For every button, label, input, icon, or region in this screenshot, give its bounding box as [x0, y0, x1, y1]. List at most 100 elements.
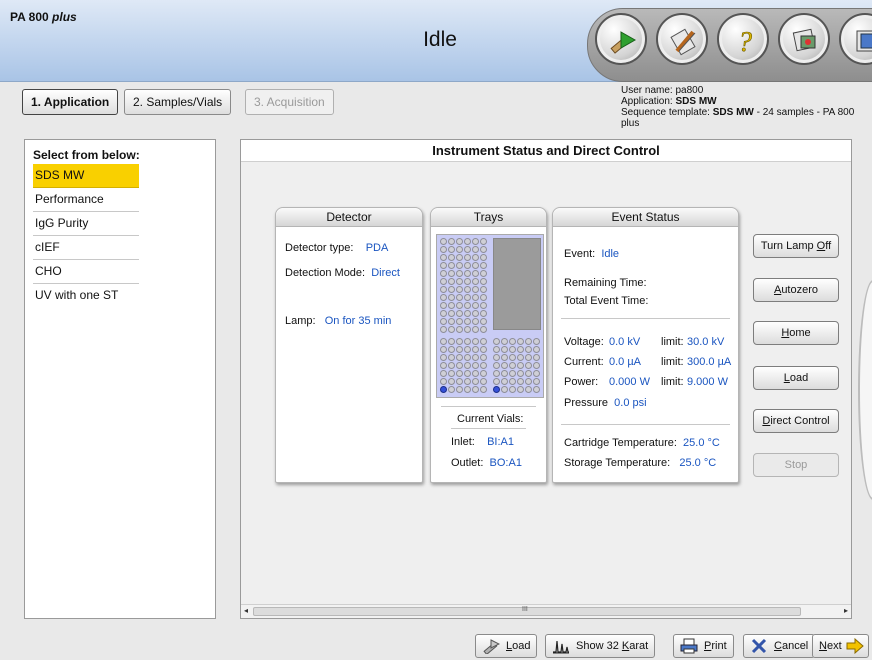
vial-position[interactable]: [517, 354, 524, 361]
vial-position[interactable]: [501, 346, 508, 353]
home-button[interactable]: Home: [753, 321, 839, 345]
run-button[interactable]: [595, 13, 647, 65]
vial-position[interactable]: [448, 294, 455, 301]
vial-position[interactable]: [440, 262, 447, 269]
vial-position[interactable]: [440, 270, 447, 277]
vial-position[interactable]: [472, 378, 479, 385]
vial-position[interactable]: [480, 370, 487, 377]
vial-position[interactable]: [501, 378, 508, 385]
vial-position[interactable]: [509, 354, 516, 361]
vial-position[interactable]: [448, 362, 455, 369]
vial-position[interactable]: [517, 386, 524, 393]
vial-position[interactable]: [525, 346, 532, 353]
direct-control-button[interactable]: Direct Control: [753, 409, 839, 433]
next-button[interactable]: Next: [812, 634, 869, 658]
vial-position[interactable]: [533, 354, 540, 361]
vial-position[interactable]: [448, 346, 455, 353]
vial-position[interactable]: [440, 278, 447, 285]
vial-position[interactable]: [480, 302, 487, 309]
vial-position[interactable]: [509, 386, 516, 393]
vial-position[interactable]: [525, 378, 532, 385]
vial-position[interactable]: [448, 246, 455, 253]
vial-position[interactable]: [525, 386, 532, 393]
vial-position[interactable]: [456, 338, 463, 345]
vial-position[interactable]: [472, 318, 479, 325]
vial-position[interactable]: [472, 294, 479, 301]
vial-position[interactable]: [517, 346, 524, 353]
vial-position[interactable]: [480, 270, 487, 277]
vial-position[interactable]: [472, 326, 479, 333]
vial-position[interactable]: [464, 346, 471, 353]
vial-position[interactable]: [533, 362, 540, 369]
vial-position[interactable]: [480, 246, 487, 253]
vial-position[interactable]: [533, 346, 540, 353]
vial-position[interactable]: [472, 386, 479, 393]
vial-position[interactable]: [464, 286, 471, 293]
vial-position[interactable]: [480, 262, 487, 269]
vial-position[interactable]: [440, 238, 447, 245]
vial-grid-top-left[interactable]: [440, 238, 488, 334]
tab-samples-vials[interactable]: 2. Samples/Vials: [124, 89, 232, 115]
application-item-cho[interactable]: CHO: [33, 260, 139, 284]
vial-position[interactable]: [472, 262, 479, 269]
vial-position[interactable]: [456, 386, 463, 393]
vial-position[interactable]: [472, 338, 479, 345]
vial-position[interactable]: [448, 318, 455, 325]
vial-position[interactable]: [456, 278, 463, 285]
load-tray-button[interactable]: Load: [753, 366, 839, 390]
vial-position[interactable]: [472, 346, 479, 353]
vial-position[interactable]: [448, 286, 455, 293]
vial-position[interactable]: [464, 326, 471, 333]
vial-position[interactable]: [440, 302, 447, 309]
vial-position[interactable]: [480, 378, 487, 385]
application-item-performance[interactable]: Performance: [33, 188, 139, 212]
vial-position[interactable]: [448, 386, 455, 393]
vial-position[interactable]: [472, 254, 479, 261]
vial-position[interactable]: [440, 338, 447, 345]
tab-application[interactable]: 1. Application: [22, 89, 119, 115]
side-panel-handle[interactable]: [858, 280, 872, 500]
data-analysis-button[interactable]: [778, 13, 830, 65]
vial-position[interactable]: [509, 362, 516, 369]
vial-position[interactable]: [480, 254, 487, 261]
vial-position[interactable]: [493, 362, 500, 369]
vial-position[interactable]: [464, 246, 471, 253]
help-button[interactable]: ?: [717, 13, 769, 65]
vial-position[interactable]: [517, 378, 524, 385]
vial-grid-buffer-inlet[interactable]: [440, 338, 488, 394]
vial-position[interactable]: [517, 338, 524, 345]
vial-position[interactable]: [480, 362, 487, 369]
vial-position[interactable]: [493, 346, 500, 353]
vial-position[interactable]: [448, 278, 455, 285]
vial-position[interactable]: [480, 278, 487, 285]
vial-position[interactable]: [472, 310, 479, 317]
vial-position[interactable]: [464, 278, 471, 285]
vial-position[interactable]: [493, 370, 500, 377]
vial-position[interactable]: [501, 362, 508, 369]
vial-position[interactable]: [493, 378, 500, 385]
application-item-uv-one-st[interactable]: UV with one ST: [33, 284, 139, 308]
vial-position[interactable]: [440, 310, 447, 317]
vial-position[interactable]: [464, 310, 471, 317]
application-item-sds-mw[interactable]: SDS MW: [33, 164, 139, 188]
vial-position[interactable]: [464, 338, 471, 345]
vial-position[interactable]: [509, 378, 516, 385]
vial-position[interactable]: [464, 354, 471, 361]
vial-position[interactable]: [448, 310, 455, 317]
vial-position[interactable]: [472, 286, 479, 293]
vial-position[interactable]: [456, 302, 463, 309]
vial-position[interactable]: [456, 254, 463, 261]
vial-position[interactable]: [480, 326, 487, 333]
vial-position[interactable]: [456, 346, 463, 353]
vial-grid-buffer-outlet[interactable]: [493, 338, 541, 394]
vial-position[interactable]: [440, 386, 447, 393]
vial-position[interactable]: [456, 270, 463, 277]
vial-position[interactable]: [448, 370, 455, 377]
vial-position[interactable]: [501, 338, 508, 345]
vial-position[interactable]: [472, 246, 479, 253]
vial-position[interactable]: [464, 302, 471, 309]
vial-position[interactable]: [480, 294, 487, 301]
vial-position[interactable]: [480, 338, 487, 345]
vial-position[interactable]: [533, 386, 540, 393]
vial-position[interactable]: [517, 370, 524, 377]
